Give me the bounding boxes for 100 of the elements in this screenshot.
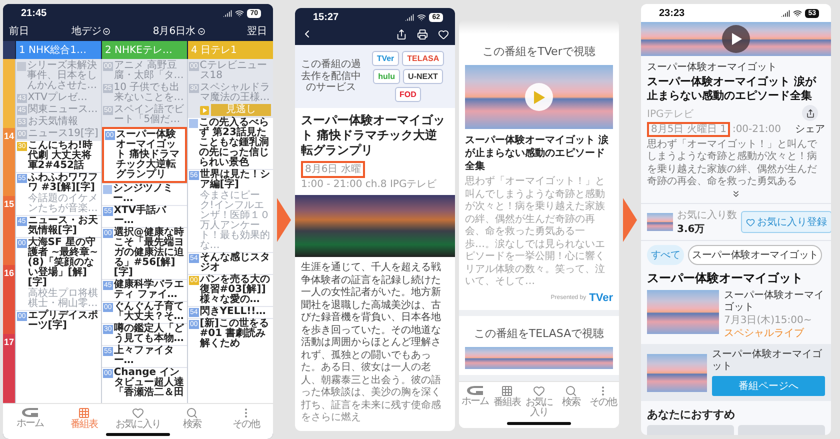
header-corner [3, 41, 15, 59]
program-title: 健康科学バラエティ ファイ… [114, 280, 185, 300]
right-arrow-icon [277, 198, 291, 242]
next-day-button[interactable]: 翌日 [247, 24, 267, 38]
program-title: [新]この世をる #01 書劇読み解くため [200, 319, 270, 349]
date-selector[interactable]: 8月6日水 [152, 24, 205, 38]
program-title: お天気情報 [28, 117, 79, 127]
program-description: 高校生プロ将棋棋士・桐山零… [28, 289, 99, 309]
broadcast-selector[interactable]: 地デジ [71, 24, 110, 38]
favorites-label: お気に入り数 [677, 208, 737, 222]
filter-chip[interactable]: スーパー体験オーマイゴット [688, 245, 822, 265]
program-title: 大海SF 星の守護者 ~最終章~ (8)「笑顔のない登場」[解][字] [28, 238, 99, 288]
filter-chip[interactable]: すべて [647, 245, 684, 265]
program-title: スーパー体験オーマイゴット 痛快ドラマチック大逆転グランプリ [116, 130, 180, 180]
program-title: XTV手話バー… [114, 206, 168, 226]
add-favorite-button[interactable]: お気に入り登録 [741, 211, 831, 233]
episode-title: スーパー体験オーマイゴット 涙が止まらない感動のエピソード全集 [647, 74, 818, 104]
service-logo[interactable]: U-NEXT [403, 69, 443, 84]
expand-button[interactable] [731, 189, 741, 199]
tab[interactable]: 番組表 [491, 384, 523, 418]
dropdown-icon [103, 28, 110, 34]
program-title: 上々ファイター… [114, 346, 175, 366]
program-title: 噂の鑑定人「どう見ても本物… [114, 324, 185, 344]
logo-icon [466, 384, 484, 396]
program-title: Cテレビニュース18 [200, 61, 268, 81]
program-page-button[interactable]: 番組ページへ [712, 376, 825, 396]
tab[interactable]: 番組表 [57, 406, 111, 430]
record-button[interactable] [417, 28, 428, 40]
tab[interactable]: お気に入り [523, 384, 555, 418]
heart-icon [132, 406, 144, 418]
event-tag: スペシャルライブ [724, 328, 825, 340]
section-heading: この番組をTELASAで視聴 [472, 326, 606, 340]
air-date: 8月5日 火曜日 1 [647, 122, 730, 138]
signal-icon [405, 13, 414, 22]
program-title: こんにちわ!時代劇 大丈夫将軍2#452話 [28, 141, 94, 171]
program-title: スーパー体験オーマイゴット [712, 349, 823, 373]
tab[interactable]: ホーム [459, 384, 491, 418]
program-title: 10 子供でも出来ないことを… [114, 83, 185, 103]
episode-title: スーパー体験オーマイゴット 涙が止まらない感動のエピソード全集 [465, 134, 610, 173]
heart-icon [746, 218, 755, 226]
logo-icon [21, 406, 39, 418]
event-title: スーパー体験オーマイゴット [724, 290, 825, 314]
program-title: エプリデイスポーツ[字] [28, 311, 99, 331]
search-icon [186, 406, 198, 418]
episode-description: 思わず「オーマイゴット！」と叫んでしまうような奇跡と感動が次々と！病を乗り越えた家族の絆、偶然が生んだ奇跡の再会、命を救った勇気ある一歩…。涙なしでは見られないエピソードを一挙公開！心に響くリアル体験の数々。笑って、泣いて、そして… [465, 176, 606, 288]
program-cell[interactable]: シンジツノミー… [102, 184, 187, 205]
clock: 21:45 [21, 8, 47, 19]
program-title: 閃きYELL!!… [200, 307, 267, 317]
program-title: ふわふわワワフワ #3[解][字] [28, 173, 99, 193]
service-logo[interactable]: TVer [372, 51, 400, 66]
share-button[interactable] [396, 28, 407, 40]
tab[interactable]: その他 [219, 406, 273, 430]
signal-icon [781, 9, 790, 18]
tab[interactable]: その他 [587, 384, 619, 418]
service-logo[interactable]: hulu [373, 69, 400, 84]
play-icon [533, 90, 545, 104]
grid-icon [501, 384, 513, 396]
program-title: 関東ニュース… [28, 105, 99, 115]
favorites-count: 3.6万 [677, 223, 706, 236]
expand-icon [731, 189, 741, 199]
service-logo[interactable]: TELASA [402, 51, 444, 66]
tab[interactable]: ホーム [3, 406, 57, 430]
photo-placeholder [647, 290, 719, 334]
program-title: スペイン語でビート「5個だ… [114, 105, 185, 125]
program-title: スペシャルドラマ魔法の王様… [200, 83, 271, 103]
program-description: 生涯を通じて、千人を超える戦争体験者の証言を記録し続けた一人の女性記者がいた。地方新聞社を退職した高城美沙は、古びた録音機を背負い、日本各地を歩き回っていた。その地道な活動は周囲からほとんど理解されず、孤独との闘いでもあった。ある日、彼女は一人の老人、朝霧泰三と出会う。彼の語った体験談は、美沙の胸を深く打ち、証言を未来に残す使命感をさらに燃え [300, 260, 442, 425]
channel-header[interactable]: 2 NHKEテレ… [102, 41, 187, 59]
program-title: ぐんぐん子育て「大丈夫？そ… [114, 302, 185, 322]
hour-label: 15 [4, 199, 14, 210]
section-heading: この番組をTVerで視聴 [482, 44, 596, 59]
favorite-button[interactable] [438, 28, 449, 40]
program-cell[interactable]: この先入るべらず 第23話見たこともな鍾乳洞の先にった信じられい景色 [188, 118, 273, 169]
tab[interactable]: お気に入り [111, 406, 165, 430]
air-time: 1:00 - 21:00 ch.8 IPGテレビ [301, 178, 437, 191]
program-title: そんな感じスタジオ [200, 253, 271, 273]
tab[interactable]: 検索 [555, 384, 587, 418]
tab[interactable]: 検索 [165, 406, 219, 430]
share-button[interactable]: シェア [795, 105, 825, 136]
clock: 15:27 [313, 12, 339, 23]
section-title: あなたにおすすめ [646, 407, 736, 423]
home-indicator [106, 433, 170, 436]
program-title: 選択@健康な時こそ「最先端ヨガの健康法に迫る」#56[解][字] [114, 228, 185, 278]
program-description: 今まさにピーク!インフルエンザ！医師１０万人アンケート！最も効果的な… [200, 191, 271, 251]
home-indicator [507, 422, 571, 424]
previous-day-button[interactable]: 前日 [9, 24, 29, 38]
play-icon [730, 32, 742, 45]
hour-label: 14 [4, 130, 14, 141]
event-date: 7月3日(木)15:00~ [724, 315, 813, 327]
service-logo[interactable]: FOD [394, 87, 422, 102]
minute-badge [103, 185, 112, 194]
channel-header[interactable]: 1 NHK総合1… [16, 41, 101, 59]
section-title: スーパー体験オーマイゴット [646, 270, 804, 287]
air-date: 8月6日 水曜 [301, 161, 365, 178]
printer-icon [417, 28, 428, 40]
dropdown-icon [198, 28, 205, 34]
play-button[interactable] [722, 24, 750, 53]
program-title: ニュース・お天気情報[字] [28, 216, 99, 236]
right-arrow-icon [623, 198, 637, 242]
heart-icon [438, 28, 449, 40]
program-title: Change インタビュー超人達「香瀬浩二＆田 [114, 368, 185, 398]
